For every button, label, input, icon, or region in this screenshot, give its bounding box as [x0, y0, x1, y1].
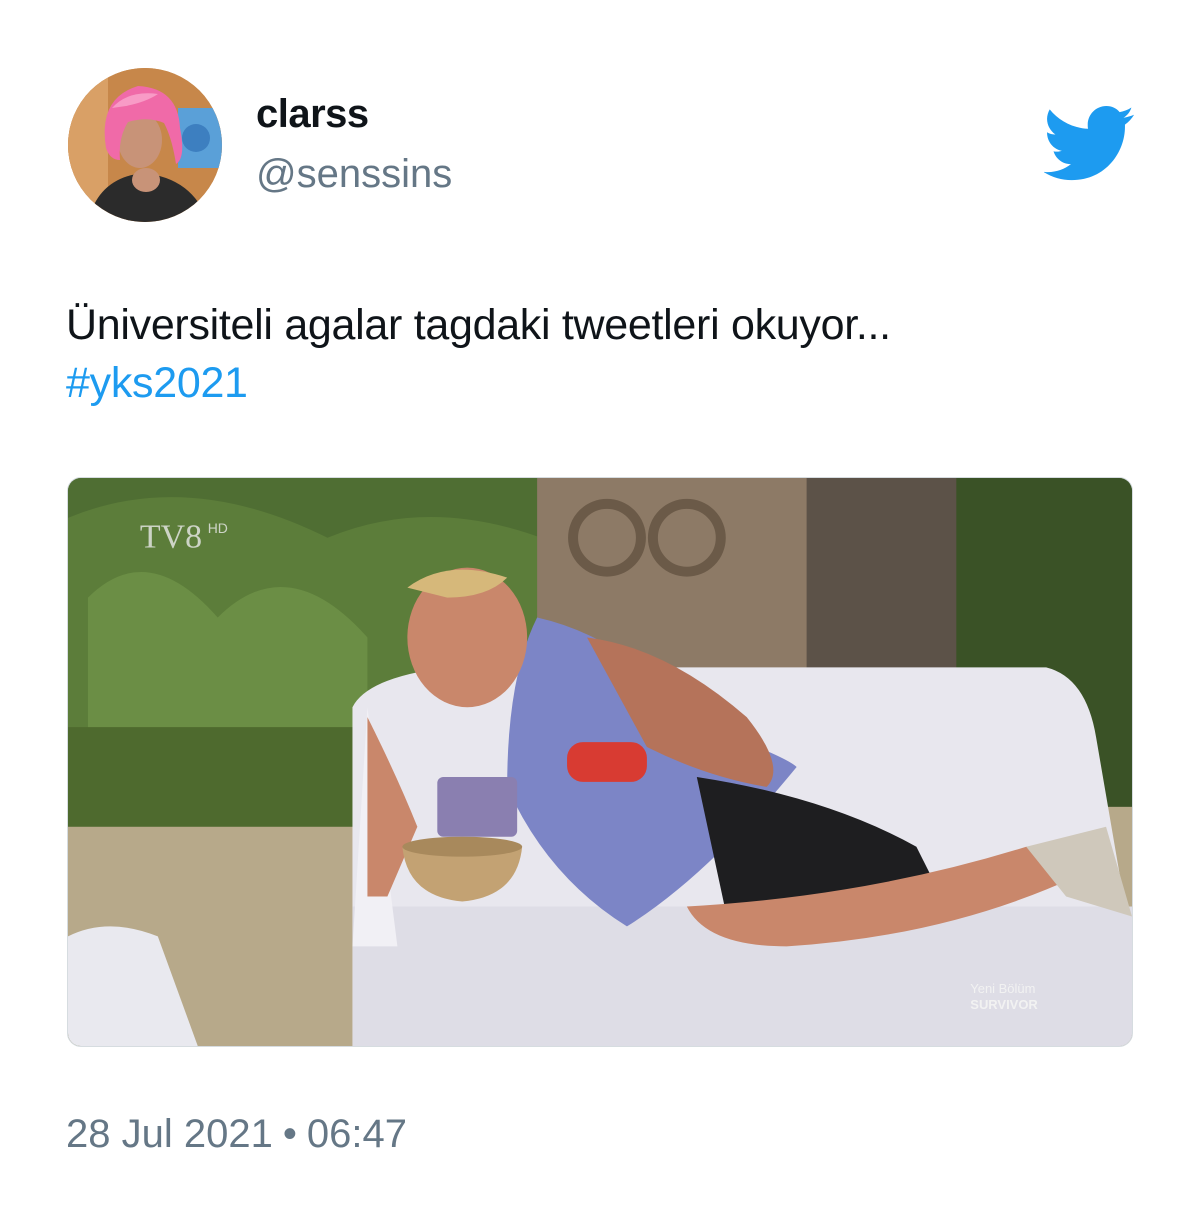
tweet-media-image[interactable]: TV8 HD Yeni Bölüm SURVIVOR: [67, 477, 1133, 1047]
overlay-line2: SURVIVOR: [970, 997, 1038, 1012]
tweet-body: Üniversiteli agalar tagdaki tweetleri ok…: [66, 301, 891, 349]
tweet-time: 06:47: [306, 1112, 407, 1156]
channel-logo: TV8: [140, 519, 202, 556]
tweet-date: 28 Jul 2021: [66, 1112, 273, 1156]
tweet-card: clarss @senssins Üniversiteli agalar tag…: [0, 0, 1200, 1224]
user-handle[interactable]: @senssins: [256, 152, 452, 197]
avatar[interactable]: [68, 68, 222, 222]
hashtag-link[interactable]: #yks2021: [66, 354, 1136, 412]
overlay-line1: Yeni Bölüm: [970, 981, 1035, 996]
avatar-photo: [68, 68, 222, 222]
twitter-bird-icon[interactable]: [1043, 106, 1136, 182]
display-name[interactable]: clarss: [256, 92, 369, 137]
tweet-text: Üniversiteli agalar tagdaki tweetleri ok…: [66, 296, 1136, 412]
channel-logo-suffix: HD: [208, 520, 228, 536]
tweet-timestamp[interactable]: 28 Jul 2021 • 06:47: [66, 1112, 407, 1157]
separator-dot: •: [282, 1112, 297, 1156]
